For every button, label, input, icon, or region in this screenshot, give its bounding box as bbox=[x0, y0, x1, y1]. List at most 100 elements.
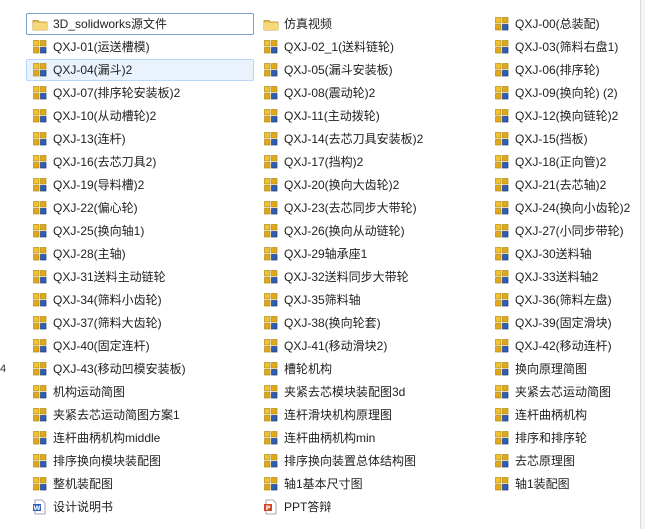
file-item[interactable]: QXJ-37(筛料大齿轮) bbox=[26, 312, 254, 334]
file-item[interactable]: QXJ-15(挡板) bbox=[488, 128, 645, 150]
assembly-icon bbox=[494, 338, 510, 354]
assembly-icon bbox=[494, 476, 510, 492]
file-item[interactable]: QXJ-31送料主动链轮 bbox=[26, 266, 254, 288]
file-item[interactable]: QXJ-32送料同步大带轮 bbox=[257, 266, 486, 288]
file-item[interactable]: 连杆曲柄机构 bbox=[488, 404, 645, 426]
file-item[interactable]: 换向原理简图 bbox=[488, 358, 645, 380]
file-item[interactable]: QXJ-30送料轴 bbox=[488, 243, 645, 265]
file-item[interactable]: 夹紧去芯运动简图方案1 bbox=[26, 404, 254, 426]
item-label: QXJ-21(去芯轴)2 bbox=[515, 178, 607, 192]
file-item[interactable]: QXJ-42(移动连杆) bbox=[488, 335, 645, 357]
assembly-icon bbox=[263, 39, 279, 55]
item-label: 夹紧去芯运动简图 bbox=[515, 385, 612, 399]
file-item[interactable]: 连杆滑块机构原理图 bbox=[257, 404, 486, 426]
file-item[interactable]: QXJ-36(筛料左盘) bbox=[488, 289, 645, 311]
item-label: QXJ-14(去芯刀具安装板)2 bbox=[284, 132, 424, 146]
file-item[interactable]: QXJ-07(排序轮安装板)2 bbox=[26, 82, 254, 104]
file-item[interactable]: QXJ-20(换向大齿轮)2 bbox=[257, 174, 486, 196]
file-item[interactable]: QXJ-00(总装配) bbox=[488, 13, 645, 35]
file-item[interactable]: 槽轮机构 bbox=[257, 358, 486, 380]
folder-item[interactable]: 3D_solidworks源文件 bbox=[26, 13, 254, 35]
file-item[interactable]: 去芯原理图 bbox=[488, 450, 645, 472]
item-label: QXJ-32送料同步大带轮 bbox=[284, 270, 409, 284]
file-item[interactable]: QXJ-21(去芯轴)2 bbox=[488, 174, 645, 196]
item-label: QXJ-09(换向轮) (2) bbox=[515, 86, 618, 100]
file-item[interactable]: QXJ-41(移动滑块2) bbox=[257, 335, 486, 357]
item-label: QXJ-36(筛料左盘) bbox=[515, 293, 612, 307]
file-item[interactable]: QXJ-14(去芯刀具安装板)2 bbox=[257, 128, 486, 150]
item-label: QXJ-19(导料槽)2 bbox=[53, 178, 145, 192]
file-item[interactable]: QXJ-13(连杆) bbox=[26, 128, 254, 150]
assembly-icon bbox=[263, 292, 279, 308]
file-item[interactable]: 夹紧去芯模块装配图3d bbox=[257, 381, 486, 403]
assembly-icon bbox=[494, 39, 510, 55]
assembly-icon bbox=[263, 62, 279, 78]
file-item[interactable]: QXJ-03(筛料右盘1) bbox=[488, 36, 645, 58]
file-item[interactable]: QXJ-16(去芯刀具2) bbox=[26, 151, 254, 173]
assembly-icon bbox=[32, 476, 48, 492]
item-label: QXJ-34(筛料小齿轮) bbox=[53, 293, 162, 307]
file-item[interactable]: QXJ-40(固定连杆) bbox=[26, 335, 254, 357]
assembly-icon bbox=[263, 154, 279, 170]
file-item[interactable]: QXJ-19(导料槽)2 bbox=[26, 174, 254, 196]
item-label: 连杆滑块机构原理图 bbox=[284, 408, 393, 422]
item-label: QXJ-02_1(送料链轮) bbox=[284, 40, 395, 54]
assembly-icon bbox=[494, 246, 510, 262]
file-item[interactable]: P PPT答辩 bbox=[257, 496, 486, 518]
item-label: QXJ-38(换向轮套) bbox=[284, 316, 381, 330]
assembly-icon bbox=[32, 154, 48, 170]
assembly-icon bbox=[32, 200, 48, 216]
file-item[interactable]: QXJ-18(正向管)2 bbox=[488, 151, 645, 173]
item-label: 排序换向装置总体结构图 bbox=[284, 454, 417, 468]
file-item[interactable]: QXJ-22(偏心轮) bbox=[26, 197, 254, 219]
file-item[interactable]: QXJ-05(漏斗安装板) bbox=[257, 59, 486, 81]
file-item[interactable]: QXJ-12(换向链轮)2 bbox=[488, 105, 645, 127]
item-label: QXJ-13(连杆) bbox=[53, 132, 126, 146]
file-item[interactable]: 整机装配图 bbox=[26, 473, 254, 495]
file-item[interactable]: 轴1基本尺寸图 bbox=[257, 473, 486, 495]
file-item[interactable]: QXJ-23(去芯同步大带轮) bbox=[257, 197, 486, 219]
file-item[interactable]: QXJ-43(移动凹模安装板) bbox=[26, 358, 254, 380]
word-doc-icon: W bbox=[32, 499, 48, 515]
file-item[interactable]: QXJ-01(运送槽模) bbox=[26, 36, 254, 58]
assembly-icon bbox=[32, 407, 48, 423]
file-item[interactable]: QXJ-24(换向小齿轮)2 bbox=[488, 197, 645, 219]
file-item[interactable]: 夹紧去芯运动简图 bbox=[488, 381, 645, 403]
file-item[interactable]: QXJ-34(筛料小齿轮) bbox=[26, 289, 254, 311]
file-item[interactable]: QXJ-06(排序轮) bbox=[488, 59, 645, 81]
file-item[interactable]: 轴1装配图 bbox=[488, 473, 645, 495]
item-label: 槽轮机构 bbox=[284, 362, 333, 376]
file-item[interactable]: QXJ-25(换向轴1) bbox=[26, 220, 254, 242]
file-item[interactable]: 排序换向装置总体结构图 bbox=[257, 450, 486, 472]
file-item[interactable]: 排序换向模块装配图 bbox=[26, 450, 254, 472]
file-item[interactable]: QXJ-02_1(送料链轮) bbox=[257, 36, 486, 58]
assembly-icon bbox=[32, 131, 48, 147]
file-item[interactable]: QXJ-10(从动槽轮)2 bbox=[26, 105, 254, 127]
file-item[interactable]: 排序和排序轮 bbox=[488, 427, 645, 449]
file-item[interactable]: QXJ-17(挡构)2 bbox=[257, 151, 486, 173]
item-label: QXJ-12(换向链轮)2 bbox=[515, 109, 619, 123]
file-item[interactable]: QXJ-11(主动拨轮) bbox=[257, 105, 486, 127]
assembly-icon bbox=[32, 177, 48, 193]
item-label: QXJ-17(挡构)2 bbox=[284, 155, 364, 169]
file-item[interactable]: QXJ-33送料轴2 bbox=[488, 266, 645, 288]
assembly-icon bbox=[263, 85, 279, 101]
file-item[interactable]: QXJ-08(震动轮)2 bbox=[257, 82, 486, 104]
vertical-scrollbar[interactable] bbox=[640, 0, 645, 529]
item-label: QXJ-04(漏斗)2 bbox=[53, 63, 133, 77]
folder-item[interactable]: 仿真视频 bbox=[257, 13, 486, 35]
file-item[interactable]: QXJ-39(固定滑块) bbox=[488, 312, 645, 334]
file-item[interactable]: QXJ-04(漏斗)2 bbox=[26, 59, 254, 81]
file-item[interactable]: 连杆曲柄机构middle bbox=[26, 427, 254, 449]
file-item[interactable]: QXJ-28(主轴) bbox=[26, 243, 254, 265]
file-item[interactable]: QXJ-09(换向轮) (2) bbox=[488, 82, 645, 104]
file-item[interactable]: W 设计说明书 bbox=[26, 496, 254, 518]
file-item[interactable]: QXJ-29轴承座1 bbox=[257, 243, 486, 265]
file-item[interactable]: 连杆曲柄机构min bbox=[257, 427, 486, 449]
file-item[interactable]: QXJ-26(换向从动链轮) bbox=[257, 220, 486, 242]
file-item[interactable]: QXJ-27(小同步带轮) bbox=[488, 220, 645, 242]
assembly-icon bbox=[32, 39, 48, 55]
file-item[interactable]: QXJ-38(换向轮套) bbox=[257, 312, 486, 334]
file-item[interactable]: 机构运动简图 bbox=[26, 381, 254, 403]
file-item[interactable]: QXJ-35筛料轴 bbox=[257, 289, 486, 311]
